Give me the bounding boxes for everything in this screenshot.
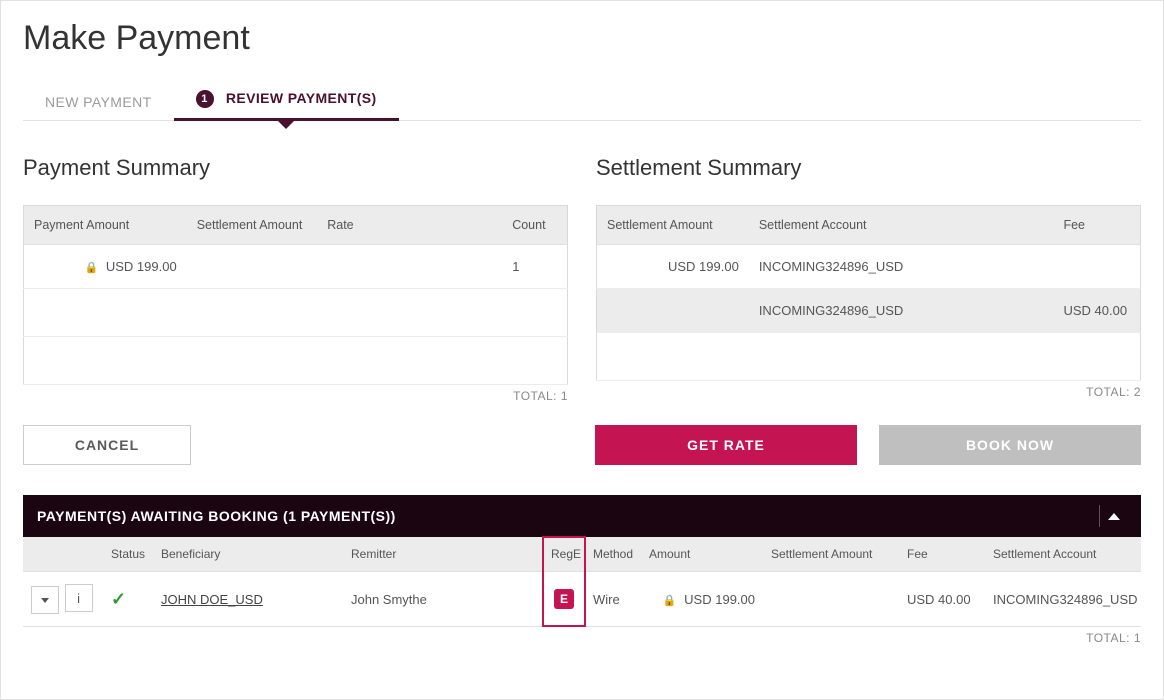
- settle-account-0: INCOMING324896_USD: [749, 245, 1054, 289]
- get-rate-button[interactable]: GET RATE: [595, 425, 857, 465]
- col-remitter: Remitter: [343, 537, 543, 572]
- settlement-summary-table: Settlement Amount Settlement Account Fee…: [596, 205, 1141, 381]
- settle-account-value: INCOMING324896_USD: [985, 572, 1141, 627]
- payment-summary-title: Payment Summary: [23, 155, 568, 181]
- collapse-toggle[interactable]: [1099, 505, 1127, 527]
- fee-value: USD 40.00: [899, 572, 985, 627]
- caret-down-icon: [41, 598, 49, 603]
- settle-account-1: INCOMING324896_USD: [749, 289, 1054, 333]
- col-count: Count: [502, 206, 567, 245]
- payment-summary-total: TOTAL: 1: [23, 389, 568, 403]
- tab-new-payment[interactable]: NEW PAYMENT: [23, 84, 174, 120]
- settlement-summary-total: TOTAL: 2: [596, 385, 1141, 399]
- caret-up-icon: [1108, 513, 1120, 520]
- lock-icon: 🔒: [663, 595, 677, 607]
- page-title: Make Payment: [23, 19, 1139, 58]
- count-value: 1: [502, 245, 567, 289]
- col-fee: Fee: [1053, 206, 1140, 245]
- rate-value: [317, 245, 502, 289]
- col-settle-account: Settlement Account: [749, 206, 1054, 245]
- col-rate: Rate: [317, 206, 502, 245]
- book-now-button[interactable]: BOOK NOW: [879, 425, 1141, 465]
- awaiting-total: TOTAL: 1: [1, 631, 1141, 645]
- col-payment-amount: Payment Amount: [24, 206, 187, 245]
- col-method: Method: [585, 537, 641, 572]
- settlement-summary-panel: Settlement Summary Settlement Amount Set…: [596, 155, 1141, 403]
- payment-summary-panel: Payment Summary Payment Amount Settlemen…: [23, 155, 568, 403]
- table-row: INCOMING324896_USD USD 40.00: [597, 289, 1141, 333]
- tab-review-label: REVIEW PAYMENT(S): [226, 90, 377, 106]
- tabs: NEW PAYMENT 1 REVIEW PAYMENT(S): [23, 80, 1141, 121]
- col-amount: Amount: [641, 537, 763, 572]
- awaiting-header-text: PAYMENT(S) AWAITING BOOKING (1 PAYMENT(S…: [37, 508, 396, 524]
- status-check-icon: ✓: [111, 589, 126, 609]
- settle-amount-value: [763, 572, 899, 627]
- remitter-value: John Smythe: [343, 572, 543, 627]
- payment-amount-value: USD 199.00: [106, 259, 177, 274]
- row-menu-button[interactable]: [31, 586, 59, 614]
- col-settle-account2: Settlement Account: [985, 537, 1141, 572]
- tab-active-arrow-icon: [277, 120, 295, 129]
- col-actions: [23, 537, 103, 572]
- col-settle-amount2: Settlement Amount: [763, 537, 899, 572]
- row-info-button[interactable]: i: [65, 584, 93, 612]
- method-value: Wire: [585, 572, 641, 627]
- col-settlement-amount: Settlement Amount: [187, 206, 318, 245]
- settlement-amount-value: [187, 245, 318, 289]
- settle-fee-0: [1053, 245, 1140, 289]
- info-icon: i: [77, 591, 80, 606]
- col-rege: RegE: [543, 537, 585, 572]
- cancel-button[interactable]: CANCEL: [23, 425, 191, 465]
- col-beneficiary: Beneficiary: [153, 537, 343, 572]
- settle-amount-0: USD 199.00: [597, 245, 749, 289]
- settle-fee-1: USD 40.00: [1053, 289, 1140, 333]
- awaiting-header-bar: PAYMENT(S) AWAITING BOOKING (1 PAYMENT(S…: [23, 495, 1141, 537]
- tab-review-badge: 1: [196, 90, 214, 108]
- col-status: Status: [103, 537, 153, 572]
- amount-value: USD 199.00: [684, 592, 755, 607]
- lock-icon: 🔒: [85, 262, 99, 274]
- tab-review-payments[interactable]: 1 REVIEW PAYMENT(S): [174, 80, 399, 121]
- table-row: USD 199.00 INCOMING324896_USD: [597, 245, 1141, 289]
- col-fee2: Fee: [899, 537, 985, 572]
- table-row: 🔒 USD 199.00 1: [24, 245, 568, 289]
- settlement-summary-title: Settlement Summary: [596, 155, 1141, 181]
- table-row: i ✓ JOHN DOE_USD John Smythe E Wire 🔒 US…: [23, 572, 1141, 627]
- beneficiary-link[interactable]: JOHN DOE_USD: [161, 592, 263, 607]
- action-bar: CANCEL GET RATE BOOK NOW: [23, 425, 1141, 465]
- settle-amount-1: [597, 289, 749, 333]
- awaiting-table: Status Beneficiary Remitter RegE Method …: [23, 537, 1141, 627]
- col-settle-amount: Settlement Amount: [597, 206, 749, 245]
- rege-badge: E: [554, 589, 574, 609]
- payment-summary-table: Payment Amount Settlement Amount Rate Co…: [23, 205, 568, 385]
